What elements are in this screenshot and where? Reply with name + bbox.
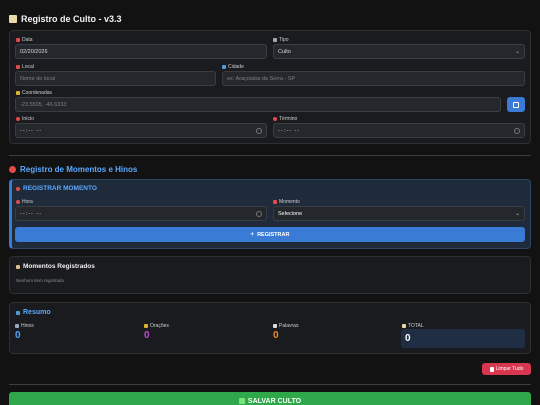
alarm-clock-icon	[273, 117, 277, 121]
section-divider	[9, 155, 531, 156]
check-icon	[238, 398, 245, 404]
location-label: Local	[16, 64, 34, 70]
music-note-icon	[273, 38, 277, 42]
palavras-count: 0	[273, 330, 279, 341]
alarm-clock-icon	[16, 117, 20, 121]
start-time-input[interactable]: --:-- --	[15, 123, 267, 138]
alarm-clock-icon	[9, 166, 16, 173]
memo-icon	[402, 324, 406, 328]
book-icon	[273, 324, 277, 328]
moment-label: Momento	[273, 199, 300, 205]
footer-divider	[9, 384, 531, 385]
start-label: Início	[16, 116, 34, 122]
moment-select[interactable]: Selecione ⌄	[273, 206, 525, 221]
oracoes-label: Orações	[144, 323, 169, 329]
city-label: Cidade	[222, 64, 244, 70]
end-time-input[interactable]: --:-- --	[273, 123, 525, 138]
memo-icon	[9, 15, 17, 23]
clock-icon	[256, 210, 262, 217]
empty-state-text: Nenhum item registrado	[16, 278, 65, 283]
page-title: Registro de Culto - v3.3	[9, 14, 122, 24]
clear-all-button[interactable]: Limpar Tudo	[482, 363, 531, 375]
summary-title: Resumo	[16, 309, 51, 316]
total-box: 0	[401, 329, 525, 348]
plus-icon: +	[250, 231, 255, 238]
page-title-text: Registro de Culto - v3.3	[21, 14, 122, 24]
clock-small-icon	[16, 200, 20, 204]
coords-label: Coordenadas	[16, 90, 52, 96]
date-input[interactable]: 02/20/2026	[15, 44, 267, 59]
locate-button[interactable]	[507, 97, 525, 112]
clock-icon	[514, 127, 520, 134]
praying-hands-icon	[144, 324, 148, 328]
city-icon	[222, 65, 226, 69]
hinos-count: 0	[15, 330, 21, 341]
pin-icon	[16, 65, 20, 69]
save-service-button[interactable]: SALVAR CULTO	[9, 392, 531, 405]
register-button[interactable]: + REGISTRAR	[15, 227, 525, 242]
alarm-clock-icon	[16, 186, 20, 191]
clock-icon	[256, 127, 262, 134]
type-select[interactable]: Culto ⌄	[273, 44, 525, 59]
music-note-icon	[15, 324, 19, 328]
registered-moments-title: Momentos Registrados	[16, 263, 95, 270]
location-target-icon	[513, 101, 519, 108]
compass-icon	[16, 91, 20, 95]
city-input[interactable]: ex: Araçoiaba da Serra - SP	[222, 71, 525, 86]
register-moment-title: REGISTRAR MOMENTO	[16, 185, 97, 192]
calendar-icon	[16, 38, 20, 42]
end-label: Término	[273, 116, 297, 122]
coords-input[interactable]: -23.5505, -46.6333	[15, 97, 501, 112]
registered-moments-panel	[9, 256, 531, 294]
hour-label: Hora	[16, 199, 33, 205]
trash-icon	[489, 366, 494, 372]
chevron-down-icon: ⌄	[514, 49, 520, 55]
type-label: Tipo	[273, 37, 289, 43]
moment-hour-input[interactable]: --:-- --	[15, 206, 267, 221]
bar-chart-icon	[16, 310, 20, 315]
pin-icon	[273, 200, 277, 204]
location-input[interactable]: Nome do local	[15, 71, 216, 86]
oracoes-count: 0	[144, 330, 150, 341]
palavras-label: Palavras	[273, 323, 298, 329]
hinos-label: Hinos	[15, 323, 34, 329]
moments-section-title: Registro de Momentos e Hinos	[9, 165, 137, 174]
clipboard-icon	[16, 264, 20, 269]
date-label: Data	[16, 37, 33, 43]
total-count: 0	[405, 333, 411, 344]
chevron-down-icon: ⌄	[514, 211, 520, 217]
